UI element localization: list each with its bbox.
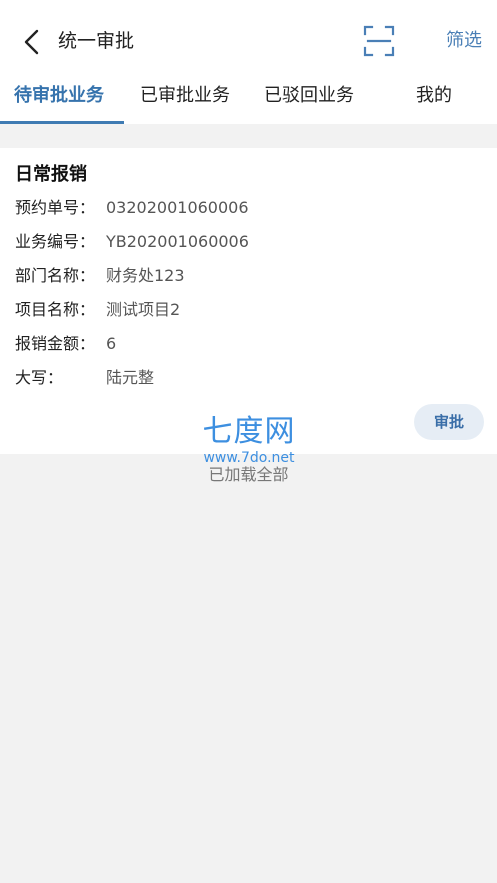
card-title: 日常报销 [15,164,87,185]
scan-button[interactable] [362,24,396,58]
field-label: 业务编号： [15,232,96,251]
field-label: 大写： [15,368,64,387]
section-gap [0,124,497,148]
tab-mine[interactable]: 我的 [416,80,452,124]
scan-icon [363,25,395,57]
tab-bar: 待审批业务 已审批业务 已驳回业务 我的 [0,80,497,124]
field-label: 预约单号： [15,198,96,217]
back-button[interactable] [16,26,48,58]
field-amount-in-words: 大写： 陆元整 [15,365,154,391]
field-value: 测试项目2 [106,300,181,319]
tab-rejected[interactable]: 已驳回业务 [264,80,354,124]
field-value: YB202001060006 [106,232,249,251]
field-value: 陆元整 [106,368,155,387]
app-header: 统一审批 筛选 [0,0,497,80]
watermark-logo: 七度网 [202,414,296,449]
field-value: 03202001060006 [106,198,249,217]
field-department-name: 部门名称： 财务处123 [15,263,185,289]
field-label: 部门名称： [15,266,96,285]
tab-approved[interactable]: 已审批业务 [140,80,230,124]
field-label: 报销金额： [15,334,96,353]
field-value: 财务处123 [106,266,185,285]
back-arrow-icon [24,29,39,55]
filter-button[interactable]: 筛选 [446,26,482,56]
field-reservation-number: 预约单号： 03202001060006 [15,195,249,221]
field-project-name: 项目名称： 测试项目2 [15,297,180,323]
tab-pending[interactable]: 待审批业务 [14,80,104,124]
field-business-number: 业务编号： YB202001060006 [15,229,249,255]
field-reimbursement-amount: 报销金额： 6 [15,331,116,357]
approve-button[interactable]: 审批 [414,404,484,440]
field-value: 6 [106,334,117,353]
page-title: 统一审批 [58,30,135,52]
loaded-all-text: 已加载全部 [208,465,289,484]
field-label: 项目名称： [15,300,96,319]
